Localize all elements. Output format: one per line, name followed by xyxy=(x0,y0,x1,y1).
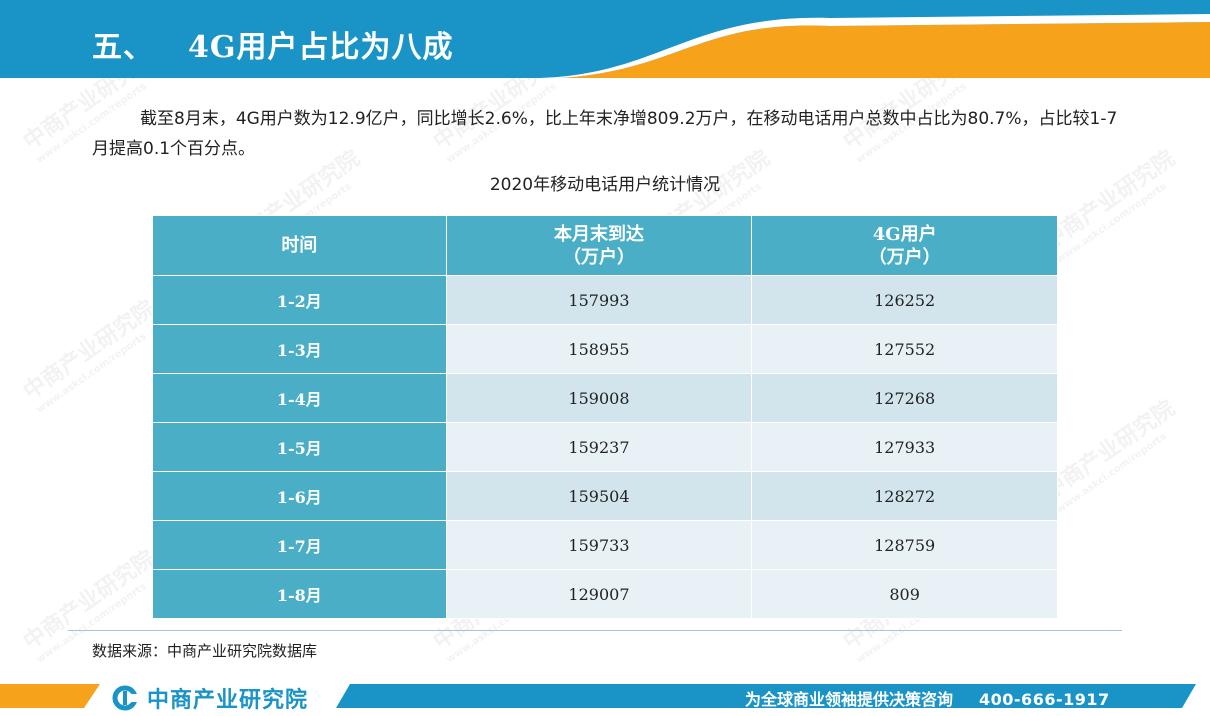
footer-slogan: 为全球商业领袖提供决策咨询 400-666-1917 xyxy=(745,686,1110,710)
table-row: 1-7月 159733 128759 xyxy=(152,520,1058,570)
lte-cell: 126252 xyxy=(751,275,1058,325)
total-cell: 159504 xyxy=(445,471,753,521)
lte-cell: 127268 xyxy=(751,373,1058,423)
svg-text:中商产业研究院: 中商产业研究院 xyxy=(19,295,160,405)
period-cell: 1-7月 xyxy=(152,520,447,570)
section-title: 4G用户占比为八成 xyxy=(188,30,454,65)
subscriber-table: 时间 本月末到达 （万户） 4G用户 （万户） 1-2月 157993 126252… xyxy=(152,215,1058,619)
askci-logo-icon xyxy=(112,685,139,711)
table-row: 1-2月 157993 126252 xyxy=(152,275,1058,325)
source-divider xyxy=(68,630,1122,631)
lte-cell: 127552 xyxy=(751,324,1058,374)
header-period: 时间 xyxy=(152,215,447,276)
svg-text:中商产业研究院: 中商产业研究院 xyxy=(1039,395,1180,505)
period-cell: 1-3月 xyxy=(152,324,447,374)
summary-paragraph: 截至8月末，4G用户数为12.9亿户，同比增长2.6%，比上年末净增809.2万… xyxy=(92,109,1118,159)
total-cell: 159008 xyxy=(445,373,753,423)
svg-text:中商产业研究院: 中商产业研究院 xyxy=(19,545,160,655)
svg-text:www.askci.com/reports: www.askci.com/reports xyxy=(1055,431,1169,516)
table-row: 1-5月 159237 127933 xyxy=(152,422,1058,472)
hotline-number: 400-666-1917 xyxy=(979,690,1110,709)
slogan-text: 为全球商业领袖提供决策咨询 xyxy=(745,690,954,709)
table-caption: 2020年移动电话用户统计情况 xyxy=(489,175,721,195)
total-cell: 159733 xyxy=(445,520,753,570)
header-bar: 五、 4G用户占比为八成 xyxy=(0,0,1210,78)
period-cell: 1-6月 xyxy=(152,471,447,521)
header-4g: 4G用户 （万户） xyxy=(751,215,1058,276)
section-number: 五、 xyxy=(92,30,154,65)
period-cell: 1-2月 xyxy=(152,275,447,325)
footer-brand-name: 中商产业研究院 xyxy=(147,688,309,713)
total-cell: 129007 xyxy=(445,569,753,619)
header-total: 本月末到达 （万户） xyxy=(445,215,753,276)
page-title: 五、 4G用户占比为八成 xyxy=(92,22,454,66)
total-cell: 159237 xyxy=(445,422,753,472)
lte-cell: 128759 xyxy=(751,520,1058,570)
period-cell: 1-5月 xyxy=(152,422,447,472)
data-source-note: 数据来源：中商产业研究院数据库 xyxy=(92,642,318,660)
lte-cell: 128272 xyxy=(751,471,1058,521)
lte-cell: 127933 xyxy=(751,422,1058,472)
period-cell: 1-8月 xyxy=(152,569,447,619)
lte-cell: 809 xyxy=(751,569,1058,619)
table-row: 1-8月 129007 809 xyxy=(152,569,1058,619)
footer-bar: 中商产业研究院 为全球商业领袖提供决策咨询 400-666-1917 xyxy=(0,680,1210,716)
total-cell: 157993 xyxy=(445,275,753,325)
period-cell: 1-4月 xyxy=(152,373,447,423)
total-cell: 158955 xyxy=(445,324,753,374)
svg-text:www.askci.com/reports: www.askci.com/reports xyxy=(35,331,149,416)
table-header-row: 时间 本月末到达 （万户） 4G用户 （万户） xyxy=(152,215,1058,276)
table-row: 1-6月 159504 128272 xyxy=(152,471,1058,521)
table-row: 1-3月 158955 127552 xyxy=(152,324,1058,374)
table-row: 1-4月 159008 127268 xyxy=(152,373,1058,423)
